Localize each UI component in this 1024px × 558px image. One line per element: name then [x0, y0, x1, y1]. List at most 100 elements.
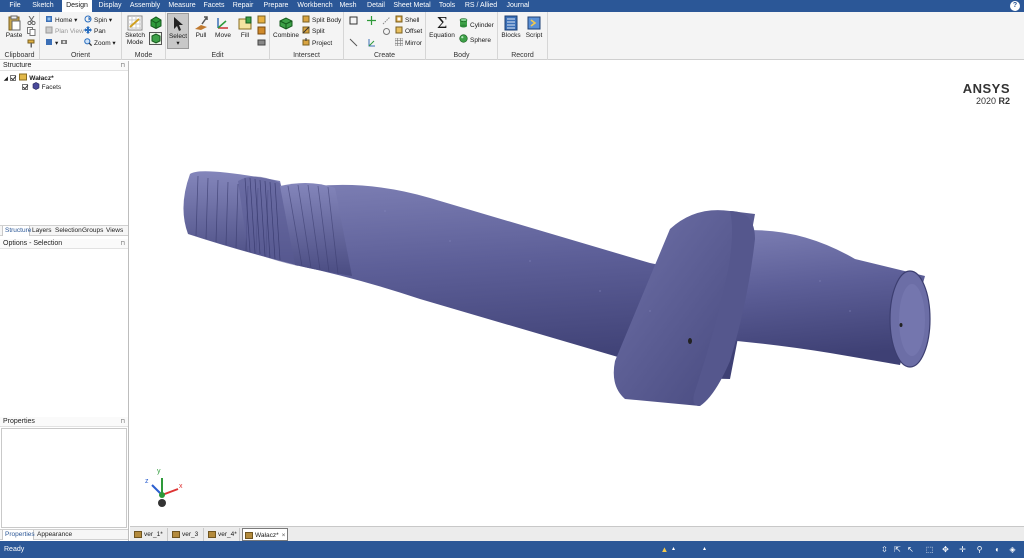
plan-view-button[interactable]: Plan View: [45, 26, 84, 36]
sphere-button[interactable]: Sphere: [459, 34, 491, 44]
doc-tab-ver-3[interactable]: ver_3: [170, 528, 204, 541]
warning-icon[interactable]: ▲: [660, 545, 669, 554]
menu-tab-facets[interactable]: Facets: [202, 0, 226, 12]
project-button[interactable]: Project: [302, 38, 332, 48]
status-text: Ready: [4, 546, 25, 553]
menu-tab-tools[interactable]: Tools: [436, 0, 458, 12]
rectangle-icon[interactable]: [349, 16, 358, 25]
spin-button[interactable]: Spin ▾: [84, 15, 112, 25]
menu-tab-rs-allied[interactable]: RS / Allied: [463, 0, 499, 12]
tab-structure[interactable]: Structure: [2, 226, 31, 236]
move-button[interactable]: Move: [213, 15, 233, 39]
point-icon[interactable]: [382, 16, 391, 25]
3d-mode-icon[interactable]: [149, 32, 162, 45]
pin-icon[interactable]: ⊓: [120, 61, 125, 71]
edit-tool-3-icon[interactable]: [257, 38, 266, 47]
line-icon[interactable]: [349, 38, 358, 47]
menu-tab-assembly[interactable]: Assembly: [128, 0, 162, 12]
group-label-intersect: Intersect: [293, 52, 320, 59]
document-tabs: ver_1* ver_3 ver_4* Wałacz* ×: [130, 526, 1024, 541]
cylinder-button[interactable]: Cylinder: [459, 18, 494, 29]
document-icon: [134, 531, 142, 538]
expand-icon[interactable]: ◢: [4, 76, 8, 82]
offset-button[interactable]: Offset: [395, 26, 422, 36]
select-button[interactable]: Select ▾: [167, 13, 189, 49]
pin-icon[interactable]: ⊓: [120, 239, 125, 249]
menu-tab-prepare[interactable]: Prepare: [261, 0, 291, 12]
model-shaft[interactable]: [130, 61, 1024, 526]
origin-icon[interactable]: [382, 27, 391, 36]
shell-button[interactable]: Shell: [395, 15, 419, 25]
menu-tab-measure[interactable]: Measure: [167, 0, 197, 12]
sketch-mode-button[interactable]: Sketch Mode: [124, 15, 146, 46]
pan-mode-icon[interactable]: ✛: [958, 545, 967, 554]
menu-tab-design[interactable]: Design: [62, 0, 92, 12]
tab-views[interactable]: Views: [106, 226, 123, 236]
split-button[interactable]: Split: [302, 26, 325, 36]
group-label-edit: Edit: [211, 52, 224, 59]
select-mode-icon[interactable]: ⇱: [893, 545, 902, 554]
zoom-button[interactable]: Zoom ▾: [84, 38, 116, 48]
menu-tab-sketch[interactable]: Sketch: [30, 0, 56, 12]
spin-mode-icon[interactable]: ✥: [941, 545, 950, 554]
help-icon[interactable]: ?: [1010, 1, 1020, 11]
tab-layers[interactable]: Layers: [32, 226, 52, 236]
axis-icon[interactable]: [367, 38, 376, 47]
menu-tab-mesh[interactable]: Mesh: [338, 0, 358, 12]
menu-tab-sheet-metal[interactable]: Sheet Metal: [393, 0, 431, 12]
pull-button[interactable]: Pull: [191, 15, 211, 39]
tab-appearance[interactable]: Appearance: [37, 530, 72, 540]
fill-button[interactable]: Fill: [235, 15, 255, 39]
menu-tab-journal[interactable]: Journal: [504, 0, 532, 12]
script-button[interactable]: Script: [523, 15, 545, 39]
spin-icon: [84, 15, 92, 23]
tab-groups[interactable]: Groups: [82, 226, 103, 236]
fill-label: Fill: [240, 32, 250, 39]
plane-icon[interactable]: [367, 16, 376, 25]
view-fit-icon[interactable]: ◐: [993, 545, 1002, 554]
tab-selection[interactable]: Selection: [55, 226, 82, 236]
edit-tool-2-icon[interactable]: [257, 26, 266, 35]
mirror-button[interactable]: Mirror: [395, 38, 422, 48]
render-icon[interactable]: ◈: [1008, 545, 1017, 554]
tab-properties[interactable]: Properties: [2, 530, 35, 540]
box-select-icon[interactable]: ⬚: [925, 545, 934, 554]
mirror-icon: [395, 38, 403, 46]
root-visibility-checkbox[interactable]: [9, 75, 16, 81]
chevron-up-icon[interactable]: ▴: [700, 545, 709, 554]
doc-tab-ver-4[interactable]: ver_4*: [206, 528, 240, 541]
3d-viewport[interactable]: ANSYS 2020 R2 z x y: [130, 61, 1024, 526]
menu-tab-repair[interactable]: Repair: [231, 0, 255, 12]
view-cube-button[interactable]: ▾: [45, 38, 70, 48]
doc-tab-ver-1[interactable]: ver_1*: [132, 528, 168, 541]
blocks-button[interactable]: Blocks: [500, 15, 522, 39]
zoom-mode-icon[interactable]: ⚲: [975, 545, 984, 554]
filter-icon[interactable]: ⇳: [880, 545, 889, 554]
menu-tab-detail[interactable]: Detail: [364, 0, 388, 12]
split-body-icon: [302, 15, 310, 23]
edit-tool-1-icon[interactable]: [257, 15, 266, 24]
pointer-icon[interactable]: ↖: [906, 545, 915, 554]
menu-tab-display[interactable]: Display: [96, 0, 124, 12]
home-button[interactable]: Home ▾: [45, 15, 77, 25]
split-body-button[interactable]: Split Body: [302, 15, 341, 25]
properties-tabs: Properties Appearance: [0, 529, 128, 540]
cut-icon[interactable]: [27, 16, 36, 25]
copy-icon[interactable]: [27, 27, 36, 36]
equation-button[interactable]: Σ Equation: [429, 15, 455, 39]
cylinder-icon: [459, 18, 468, 28]
facets-visibility-checkbox[interactable]: [22, 84, 28, 90]
section-mode-icon[interactable]: [149, 16, 162, 29]
tree-root[interactable]: ◢ Wałacz*: [4, 73, 54, 82]
pan-button[interactable]: Pan: [84, 26, 106, 36]
combine-button[interactable]: Combine: [273, 15, 299, 39]
chevron-up-icon[interactable]: ▴: [669, 545, 678, 554]
doc-tab-walacz[interactable]: Wałacz* ×: [242, 528, 288, 541]
close-icon[interactable]: ×: [282, 532, 286, 539]
pin-icon[interactable]: ⊓: [120, 417, 125, 427]
menu-tab-file[interactable]: File: [4, 0, 26, 12]
tree-item-facets[interactable]: Facets: [22, 82, 61, 91]
paste-button[interactable]: Paste: [4, 15, 24, 39]
menu-tab-workbench[interactable]: Workbench: [296, 0, 334, 12]
format-painter-icon[interactable]: [27, 39, 36, 48]
